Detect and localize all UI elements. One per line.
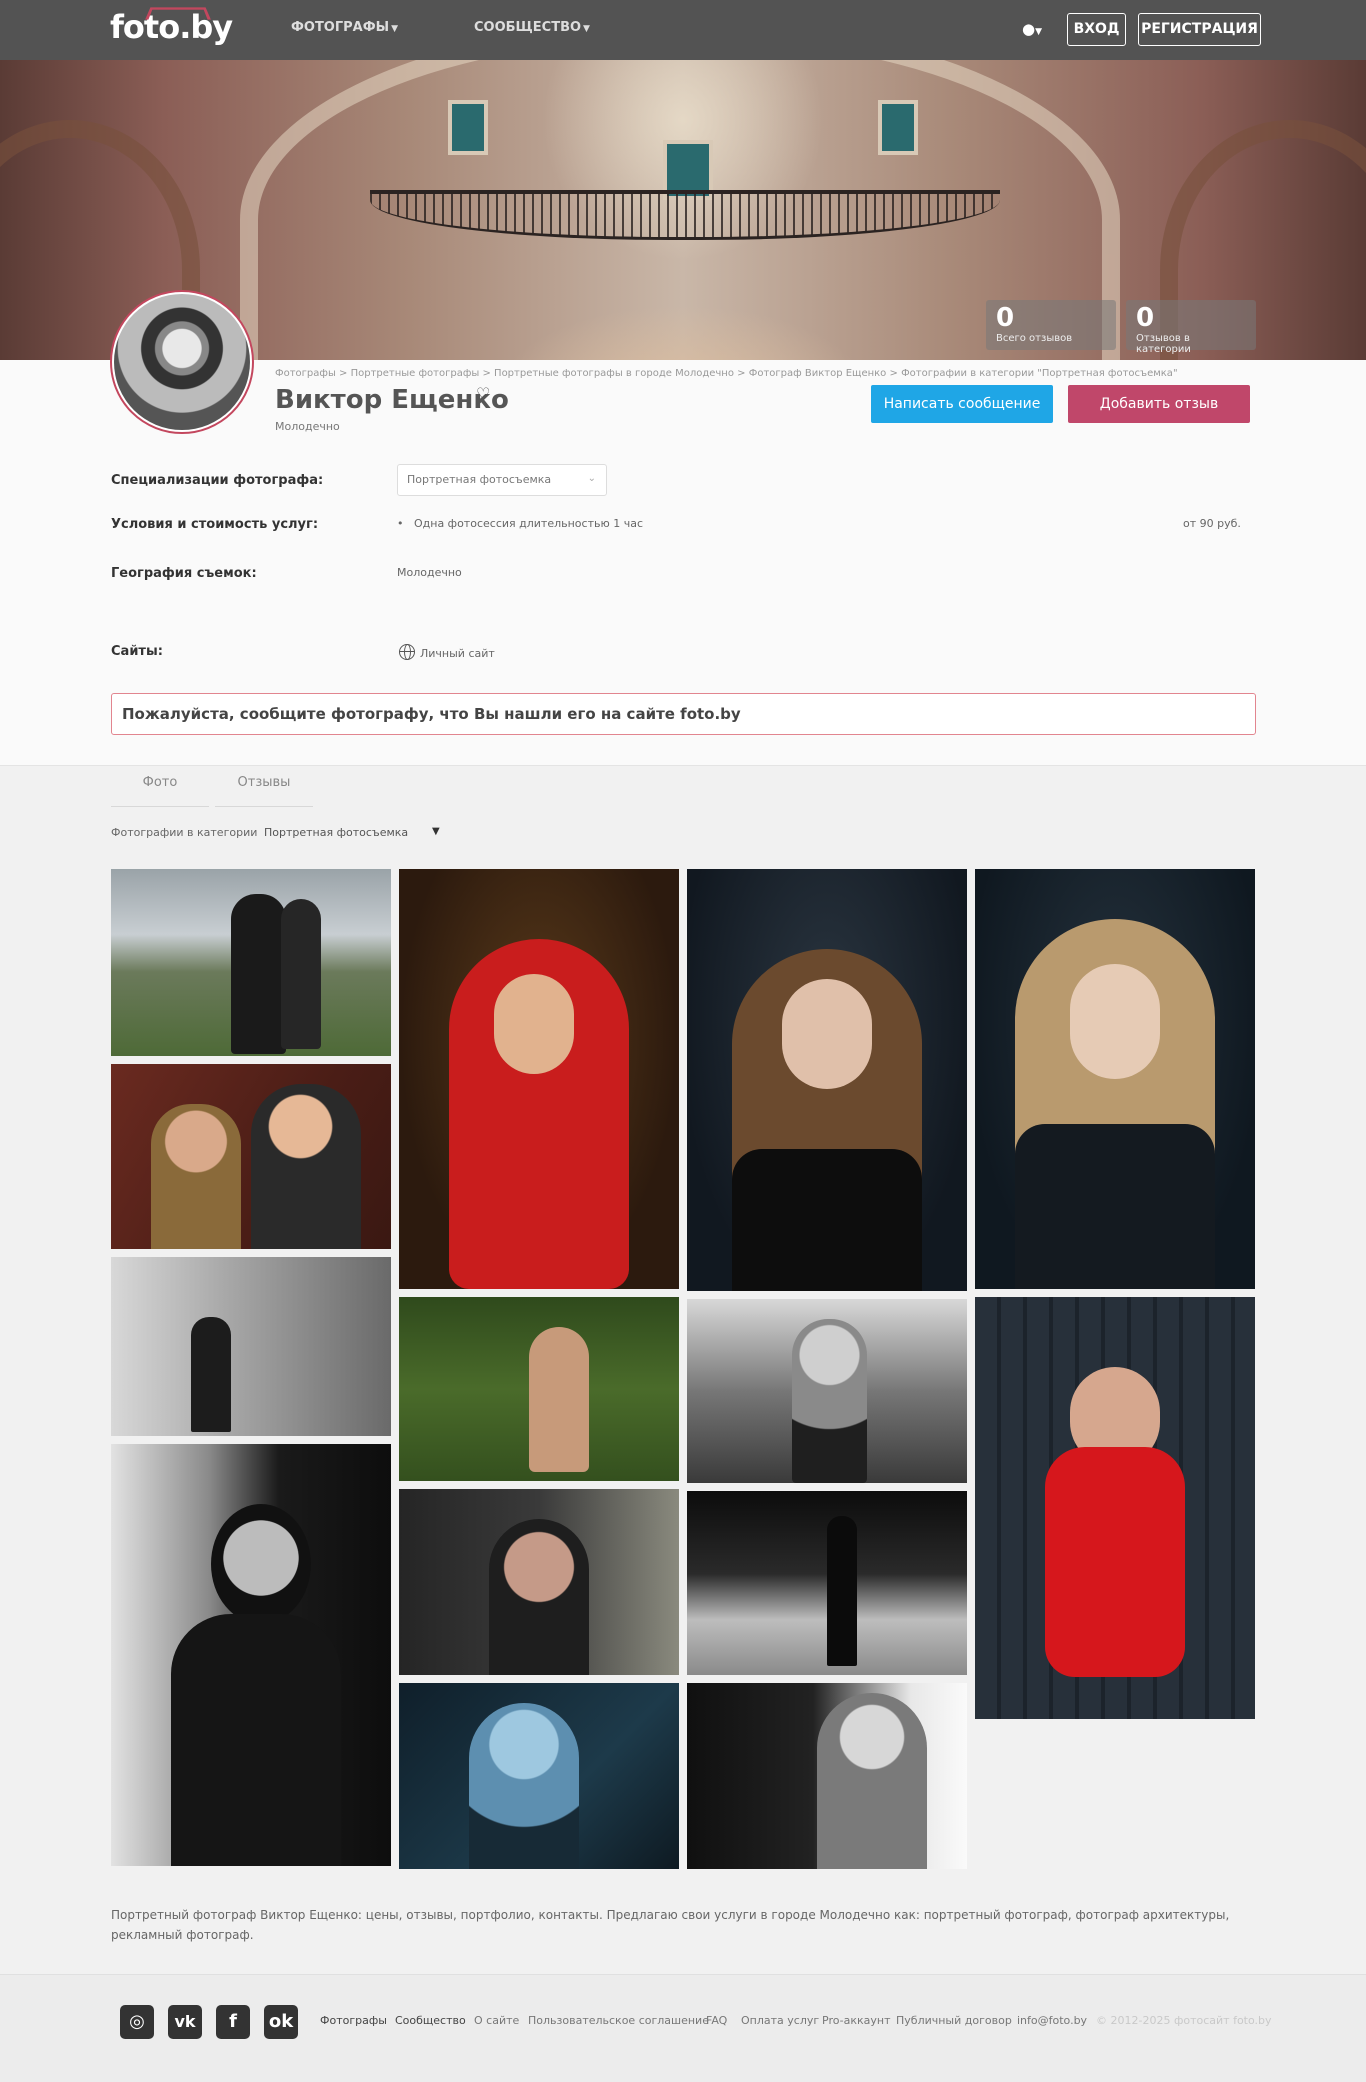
cover-window (878, 100, 918, 155)
photo-figure (1015, 1124, 1215, 1289)
photographer-name: Виктор Ещенко (275, 385, 509, 415)
login-button[interactable]: ВХОД (1067, 13, 1126, 46)
language-selector[interactable]: ●▼ (1022, 20, 1042, 38)
gallery-photo[interactable] (687, 869, 967, 1291)
gallery-photo[interactable] (399, 1683, 679, 1869)
category-filter-label: Фотографии в категории (111, 826, 258, 839)
footer-link-faq[interactable]: FAQ (706, 2014, 727, 2027)
gallery-photo[interactable] (399, 869, 679, 1289)
photo-figure (251, 1084, 361, 1249)
instagram-icon[interactable]: ◎ (120, 2005, 154, 2039)
photo-figure (191, 1317, 231, 1432)
heart-icon[interactable]: ♡ (476, 384, 490, 403)
breadcrumb: Фотографы > Портретные фотографы > Портр… (275, 368, 1178, 379)
photo-figure (231, 894, 286, 1054)
write-message-button[interactable]: Написать сообщение (871, 385, 1053, 423)
cover-window (448, 100, 488, 155)
geography-value: Молодечно (397, 566, 462, 579)
footer-link-contract[interactable]: Публичный договор (896, 2014, 1012, 2027)
globe-icon (399, 644, 415, 660)
gallery-photo[interactable] (687, 1491, 967, 1675)
copyright: © 2012-2025 фотосайт foto.by (1096, 2014, 1272, 2027)
specialization-select[interactable]: Портретная фотосъемка ⌄ (397, 464, 607, 496)
globe-icon: ● (1022, 20, 1036, 38)
photographer-city: Молодечно (275, 420, 340, 433)
register-button[interactable]: РЕГИСТРАЦИЯ (1138, 13, 1261, 46)
service-item: • Одна фотосессия длительностью 1 час (397, 517, 643, 530)
chevron-down-icon: ▼ (391, 24, 399, 34)
footer: ◎ vk f ok Фотографы Сообщество О сайте П… (0, 1974, 1366, 2082)
tab-reviews[interactable]: Отзывы (215, 775, 313, 807)
geography-label: География съемок: (111, 566, 257, 581)
photo-figure (469, 1703, 579, 1869)
avatar[interactable] (110, 290, 254, 434)
breadcrumb-link[interactable]: Фотографы (275, 368, 336, 379)
avatar-photo (114, 294, 250, 430)
breadcrumb-current: Фотографии в категории "Портретная фотос… (901, 368, 1178, 379)
photo-figure (1070, 964, 1160, 1079)
chevron-down-icon: ⌄ (587, 473, 596, 484)
vk-icon[interactable]: vk (168, 2005, 202, 2039)
photo-figure (792, 1319, 867, 1483)
gallery-photo[interactable] (687, 1683, 967, 1869)
logo-roof-icon (145, 7, 211, 20)
specialization-label: Специализации фотографа: (111, 473, 324, 488)
photo-figure (732, 1149, 922, 1291)
photo-figure (211, 1504, 311, 1624)
tab-photos[interactable]: Фото (111, 775, 209, 807)
gallery-photo[interactable] (111, 1444, 391, 1866)
notice-banner: Пожалуйста, сообщите фотографу, что Вы н… (111, 693, 1256, 735)
gallery-photo[interactable] (111, 869, 391, 1056)
gallery-photo[interactable] (111, 1064, 391, 1249)
photo-figure (489, 1519, 589, 1675)
footer-link-about[interactable]: О сайте (474, 2014, 519, 2027)
breadcrumb-link[interactable]: Портретные фотографы (351, 368, 480, 379)
photo-figure (817, 1693, 927, 1869)
category-reviews-stat: 0 Отзывов в категории (1126, 300, 1256, 355)
gallery-photo[interactable] (399, 1489, 679, 1675)
photo-figure (171, 1614, 341, 1866)
gallery-photo[interactable] (399, 1297, 679, 1481)
caret-down-icon[interactable]: ▼ (432, 826, 440, 837)
photo-figure (1045, 1447, 1185, 1677)
photo-figure (151, 1104, 241, 1249)
sites-label: Сайты: (111, 644, 163, 659)
photo-figure (529, 1327, 589, 1472)
top-navigation-bar: foto.by ФОТОГРАФЫ ▼ СООБЩЕСТВО ▼ ●▼ ВХОД Р… (0, 0, 1366, 60)
gallery-photo[interactable] (975, 1297, 1255, 1719)
category-filter-select[interactable]: Портретная фотосъемка (264, 826, 408, 839)
footer-link-photographers[interactable]: Фотографы (320, 2014, 387, 2027)
footer-link-payment[interactable]: Оплата услуг (741, 2014, 819, 2027)
terms-label: Условия и стоимость услуг: (111, 517, 319, 532)
footer-link-email[interactable]: info@foto.by (1017, 2014, 1087, 2027)
total-reviews-stat: 0 Всего отзывов (986, 300, 1116, 350)
gallery-photo[interactable] (111, 1257, 391, 1436)
menu-community[interactable]: СООБЩЕСТВО ▼ (474, 20, 590, 35)
gallery-photo[interactable] (687, 1299, 967, 1483)
photo-figure (782, 979, 872, 1089)
footer-link-pro[interactable]: Pro-аккаунт (822, 2014, 891, 2027)
photo-figure (494, 974, 574, 1074)
odnoklassniki-icon[interactable]: ok (264, 2005, 298, 2039)
chevron-down-icon: ▼ (1035, 27, 1043, 37)
menu-photographers[interactable]: ФОТОГРАФЫ ▼ (291, 20, 398, 35)
chevron-down-icon: ▼ (583, 24, 590, 34)
breadcrumb-link[interactable]: Портретные фотографы в городе Молодечно (494, 368, 734, 379)
footer-link-community[interactable]: Сообщество (395, 2014, 466, 2027)
photo-figure (281, 899, 321, 1049)
seo-description: Портретный фотограф Виктор Ещенко: цены,… (111, 1908, 1230, 1942)
service-price: от 90 руб. (1183, 517, 1241, 530)
facebook-icon[interactable]: f (216, 2005, 250, 2039)
footer-link-terms[interactable]: Пользовательское соглашение (528, 2014, 709, 2027)
site-logo[interactable]: foto.by (110, 7, 233, 46)
add-review-button[interactable]: Добавить отзыв (1068, 385, 1250, 423)
photo-figure (827, 1516, 857, 1666)
gallery-photo[interactable] (975, 869, 1255, 1289)
breadcrumb-link[interactable]: Фотограф Виктор Ещенко (749, 368, 887, 379)
personal-site-link[interactable]: Личный сайт (420, 647, 495, 660)
